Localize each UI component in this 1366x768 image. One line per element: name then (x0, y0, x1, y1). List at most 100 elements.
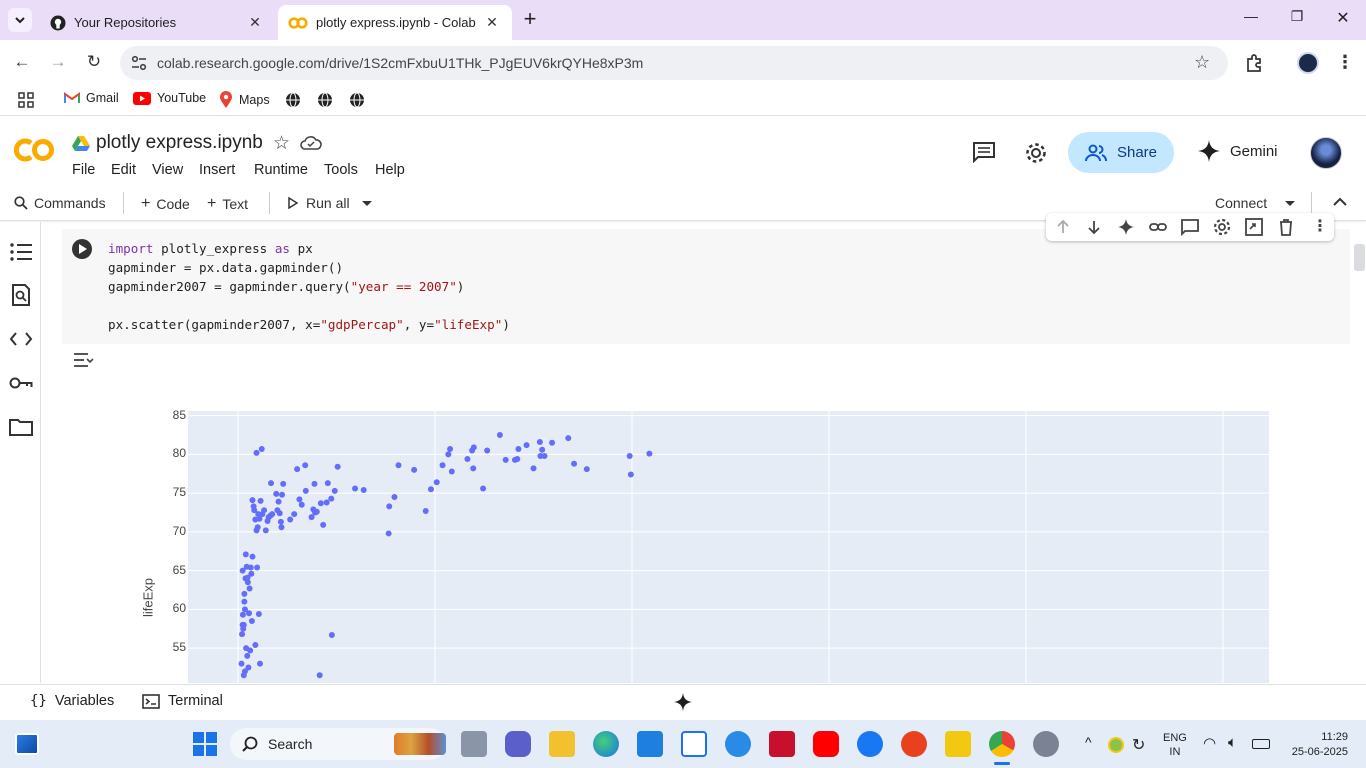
scatter-point[interactable] (238, 660, 245, 667)
menu-insert[interactable]: Insert (199, 162, 235, 178)
scatter-point[interactable] (514, 456, 521, 463)
extensions-icon[interactable] (1244, 53, 1264, 73)
bookmark-maps[interactable]: Maps (219, 91, 270, 109)
commands-button[interactable]: Commands (14, 195, 106, 211)
scatter-point[interactable] (294, 466, 301, 473)
mvhp-icon[interactable] (637, 731, 663, 757)
show-hidden-icons[interactable]: ^ (1085, 734, 1092, 750)
scatter-point[interactable] (484, 447, 491, 454)
scatter-point[interactable] (626, 452, 633, 459)
scatter-point[interactable] (334, 463, 341, 470)
reload-button[interactable]: ↻ (82, 52, 106, 74)
scatter-point[interactable] (627, 471, 634, 478)
scatter-point[interactable] (352, 485, 359, 492)
scatter-point[interactable] (254, 524, 261, 531)
microsoft-store-icon[interactable] (681, 731, 707, 757)
clock[interactable]: 11:29 25-06-2025 (1286, 730, 1348, 760)
mcafee-icon[interactable] (769, 731, 795, 757)
scatter-point[interactable] (262, 527, 269, 534)
edge-icon[interactable] (593, 731, 619, 757)
comment-icon[interactable] (1180, 217, 1200, 237)
caret-down-icon[interactable] (361, 200, 373, 208)
widgets-icon[interactable] (15, 733, 39, 755)
url-text[interactable]: colab.research.google.com/drive/1S2cmFxb… (157, 55, 643, 71)
scatter-point[interactable] (275, 498, 282, 505)
scatter-point[interactable] (241, 590, 248, 597)
variables-button[interactable]: {} Variables (30, 693, 114, 709)
language-indicator[interactable]: ENG IN (1163, 731, 1187, 759)
scatter-point[interactable] (316, 672, 323, 679)
scatter-point[interactable] (252, 642, 259, 649)
scatter-point[interactable] (278, 524, 285, 531)
scatter-point[interactable] (255, 611, 262, 618)
run-all-button[interactable]: Run all (288, 195, 350, 211)
gemini-spark-icon[interactable] (1116, 217, 1136, 237)
scatter-point[interactable] (571, 460, 578, 467)
scatter-point[interactable] (445, 451, 452, 458)
folder-icon[interactable] (8, 415, 34, 439)
scatter-point[interactable] (276, 510, 283, 517)
scatter-point[interactable] (646, 450, 653, 457)
scatter-point[interactable] (480, 485, 487, 492)
power-bi-icon[interactable] (945, 731, 971, 757)
scatter-point[interactable] (249, 497, 256, 504)
share-button[interactable]: Share (1068, 132, 1174, 173)
tab-colab-notebook[interactable]: plotly express.ipynb - Colab ✕ (278, 5, 512, 40)
run-cell-button[interactable] (72, 239, 92, 259)
profile-avatar[interactable] (1297, 52, 1319, 74)
add-code-button[interactable]: + Code (141, 195, 190, 213)
code-line-1[interactable]: import plotly_express as px (108, 241, 313, 256)
close-icon[interactable]: ✕ (245, 14, 265, 31)
menu-edit[interactable]: Edit (111, 162, 136, 178)
scatter-point[interactable] (470, 444, 477, 451)
delete-icon[interactable] (1276, 217, 1296, 237)
tab-your-repositories[interactable]: Your Repositories ✕ (40, 5, 275, 40)
scatter-point[interactable] (530, 465, 537, 472)
minimize-button[interactable]: — (1228, 8, 1274, 32)
task-view-icon[interactable] (461, 731, 487, 757)
add-text-button[interactable]: + Text (207, 195, 248, 213)
scatter-point[interactable] (328, 631, 335, 638)
scatter-point[interactable] (269, 511, 276, 518)
code-line-3[interactable]: gapminder2007 = gapminder.query("year ==… (108, 279, 464, 294)
scatter-point[interactable] (241, 668, 248, 675)
scatter-point[interactable] (320, 521, 327, 528)
scatter-point[interactable] (244, 652, 251, 659)
scatter-point[interactable] (331, 487, 338, 494)
scatter-point[interactable] (427, 486, 434, 493)
scatter-point[interactable] (385, 530, 392, 537)
scatter-point[interactable] (360, 487, 367, 494)
star-icon[interactable]: ☆ (273, 132, 290, 155)
scatter-point[interactable] (247, 564, 254, 571)
meet-icon[interactable] (505, 731, 531, 757)
scatter-point[interactable] (246, 610, 253, 617)
table-of-contents-icon[interactable] (8, 240, 34, 264)
globe-icon[interactable] (317, 92, 333, 108)
maximize-button[interactable]: ❐ (1274, 8, 1320, 32)
scatter-point[interactable] (241, 598, 248, 605)
scatter-point[interactable] (549, 439, 556, 446)
tray-app-icon[interactable] (1108, 737, 1124, 753)
back-button[interactable]: ← (10, 52, 34, 74)
link-icon[interactable] (1148, 217, 1168, 237)
new-tab-button[interactable]: + (518, 8, 542, 32)
bookmark-gmail[interactable]: Gmail (64, 91, 119, 105)
menu-help[interactable]: Help (375, 162, 405, 178)
youtube-icon[interactable] (813, 731, 839, 757)
scatter-point[interactable] (411, 466, 418, 473)
gear-icon[interactable] (1024, 141, 1048, 165)
scatter-point[interactable] (323, 499, 330, 506)
scatter-point[interactable] (523, 442, 530, 449)
tab-search-button[interactable] (8, 8, 32, 32)
scatter-point[interactable] (422, 507, 429, 514)
scatter-point[interactable] (291, 511, 298, 518)
scatter-point[interactable] (447, 445, 454, 452)
scatter-point[interactable] (258, 445, 265, 452)
scatter-point[interactable] (253, 449, 260, 456)
move-down-icon[interactable] (1084, 217, 1104, 237)
forward-button[interactable]: → (46, 52, 70, 74)
scrollbar-thumb[interactable] (1354, 244, 1365, 271)
wps-office-icon[interactable] (901, 731, 927, 757)
code-line-2[interactable]: gapminder = px.data.gapminder() (108, 260, 343, 275)
star-icon[interactable]: ☆ (1194, 52, 1210, 73)
